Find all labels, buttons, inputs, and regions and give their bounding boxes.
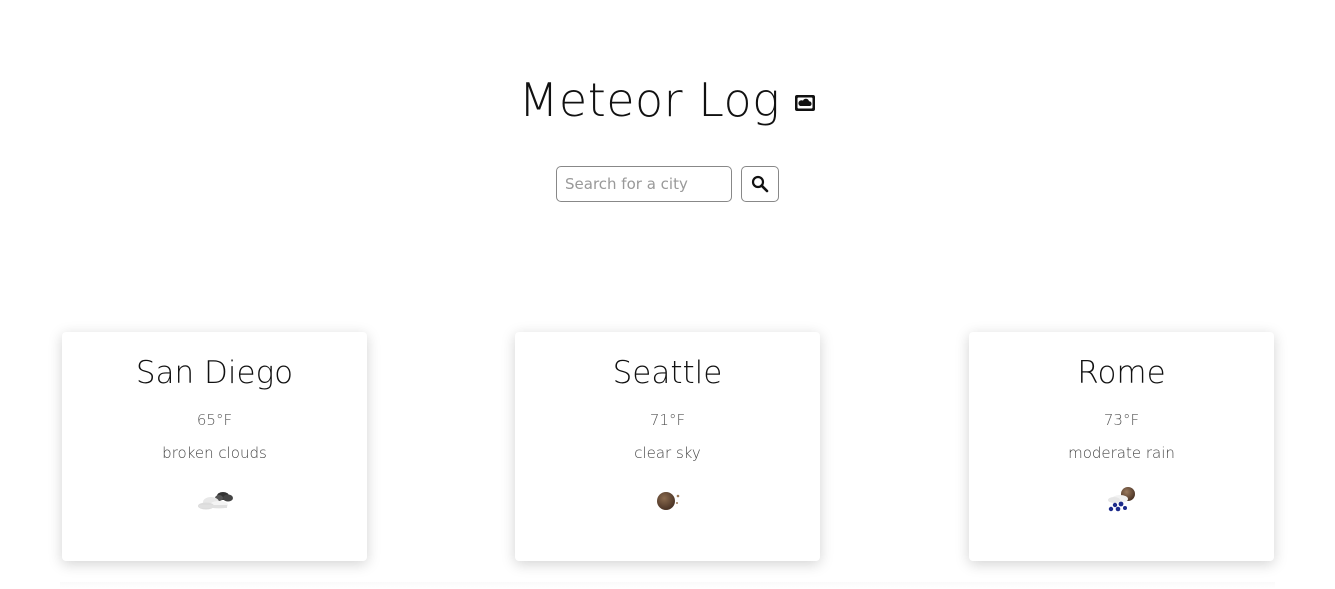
weather-cards: San Diego 65°F broken clouds Seattle 71°… [0, 332, 1335, 562]
search-button[interactable] [741, 166, 779, 202]
weather-card-rome: Rome 73°F moderate rain [969, 332, 1274, 561]
moderate-rain-icon [1107, 487, 1135, 512]
clear-sky-icon [656, 492, 679, 510]
search-icon [751, 175, 769, 193]
cloud-icon [795, 95, 816, 111]
weather-card-seattle: Seattle 71°F clear sky [515, 332, 820, 561]
card-city: Rome [1077, 355, 1166, 391]
search-bar [0, 166, 1335, 202]
card-temperature: 65°F [196, 411, 233, 429]
card-temperature: 73°F [1103, 411, 1140, 429]
weather-card-san-diego: San Diego 65°F broken clouds [62, 332, 367, 561]
card-description: moderate rain [1068, 444, 1175, 462]
broken-clouds-icon [197, 492, 233, 510]
card-description: clear sky [634, 444, 701, 462]
card-temperature: 71°F [649, 411, 686, 429]
card-city: San Diego [135, 355, 294, 391]
page-title: Meteor Log [518, 73, 781, 127]
page: Meteor Log San Diego 65°F broken clouds [0, 0, 1335, 589]
card-city: Seattle [612, 355, 723, 391]
footer-shadow [60, 582, 1275, 589]
card-description: broken clouds [162, 444, 267, 462]
header: Meteor Log [0, 70, 1335, 130]
search-input[interactable] [556, 166, 732, 202]
